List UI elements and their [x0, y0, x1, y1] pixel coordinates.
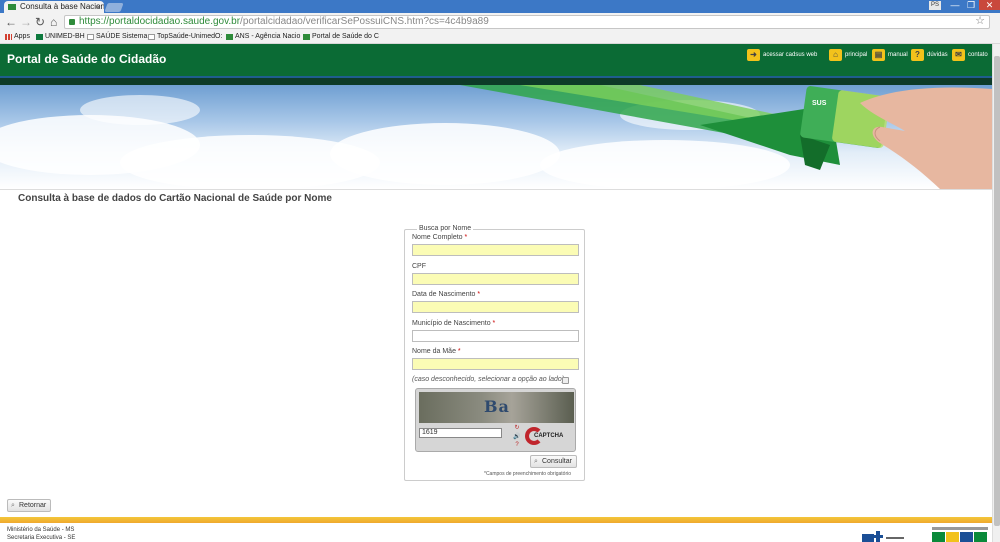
page-scrollbar[interactable] [992, 44, 1000, 542]
reload-icon[interactable]: ↻ [35, 15, 45, 29]
back-icon[interactable]: ← [5, 15, 17, 29]
header-strip [0, 76, 992, 85]
question-icon: ? [911, 49, 924, 61]
close-tab-icon[interactable]: × [96, 1, 101, 13]
close-window-icon[interactable]: ✕ [979, 0, 1000, 10]
access-icon: ➜ [747, 49, 760, 61]
portal-icon [303, 34, 310, 40]
birth-city-label: Município de Nascimento * [412, 320, 496, 327]
tab-title: Consulta à base Nacional [20, 2, 104, 11]
site-favicon-icon [8, 4, 16, 10]
url-path: /portalcidadao/verificarSePossuiCNS.htm?… [240, 16, 489, 27]
minimize-icon[interactable]: — [947, 0, 963, 10]
link-manual[interactable]: ▤ manual [872, 48, 908, 62]
captcha-widget: Ba 1619 ↻ 🔊 ? CAPTCHA [415, 388, 576, 452]
bookmark-saude-sistema[interactable]: SAÚDE Sistema [87, 31, 147, 43]
full-name-input[interactable] [412, 244, 579, 256]
captcha-refresh-icon[interactable]: ↻ [513, 425, 521, 432]
scrollbar-thumb[interactable] [994, 56, 1000, 526]
captcha-chars: Ba [484, 397, 510, 416]
bookmark-ans[interactable]: ANS - Agência Nacio [226, 31, 300, 43]
mother-name-input[interactable] [412, 358, 579, 370]
search-icon: ⌕ [534, 458, 538, 465]
sus-logo-icon [862, 531, 904, 542]
address-bar[interactable]: https://portaldocidadao.saude.gov.br/por… [64, 15, 990, 29]
full-name-label: Nome Completo * [412, 234, 468, 241]
search-icon: ⌕ [11, 502, 15, 509]
brasil-logo-icon [932, 527, 988, 542]
bookmark-portal[interactable]: Portal de Saúde do C [303, 31, 379, 43]
hand-graphic [860, 87, 992, 189]
ans-icon [226, 34, 233, 40]
user-badge[interactable]: PS [929, 1, 941, 10]
birth-city-input[interactable] [412, 330, 579, 342]
captcha-help-icon[interactable]: ? [513, 442, 521, 449]
site-header: Portal de Saúde do Cidadão ➜ acessar cad… [0, 44, 992, 76]
page-icon [148, 34, 155, 40]
link-duvidas[interactable]: ? dúvidas [911, 48, 948, 62]
site-footer: Ministério da Saúde - MS Secretaria Exec… [0, 523, 992, 542]
unimed-icon [36, 34, 43, 40]
bookmark-apps[interactable]: Apps [5, 31, 30, 43]
unknown-mother-checkbox[interactable] [562, 377, 569, 384]
book-icon: ▤ [872, 49, 885, 61]
mail-icon: ✉ [952, 49, 965, 61]
link-principal[interactable]: ⌂ principal [829, 48, 867, 62]
cpf-label: CPF [412, 263, 426, 270]
captcha-input[interactable]: 1619 [419, 428, 502, 438]
lock-icon [69, 19, 75, 25]
footer-ministry: Ministério da Saúde - MS [7, 527, 75, 533]
browser-toolbar: ← → ↻ ⌂ https://portaldocidadao.saude.go… [0, 13, 1000, 31]
browser-tab[interactable]: Consulta à base Nacional × [4, 1, 104, 13]
required-fields-note: *Campos de preenchimento obrigatório [484, 471, 571, 477]
forward-icon[interactable]: → [20, 15, 32, 29]
unknown-mother-note: (caso desconhecido, selecionar a opção a… [412, 376, 565, 383]
hero-banner: SUS [0, 85, 992, 189]
birth-date-label: Data de Nascimento * [412, 291, 481, 298]
recaptcha-logo: CAPTCHA [525, 426, 571, 448]
bookmark-star-icon[interactable]: ☆ [975, 16, 985, 27]
form-legend: Busca por Nome [417, 225, 474, 232]
url-host: https://portaldocidadao.saude.gov.br [79, 16, 241, 27]
page-icon [87, 34, 94, 40]
captcha-audio-icon[interactable]: 🔊 [513, 434, 521, 441]
search-by-name-form: Busca por Nome Nome Completo * CPF Data … [404, 225, 585, 481]
apps-icon [5, 34, 12, 40]
bookmark-unimed[interactable]: UNIMED-BH [36, 31, 85, 43]
bookmark-topsaude[interactable]: TopSaúde-UnimedO: [148, 31, 222, 43]
maximize-icon[interactable]: ❐ [963, 0, 979, 10]
bookmarks-bar: Apps UNIMED-BH SAÚDE Sistema TopSaúde-Un… [0, 31, 1000, 44]
browser-tab-bar: Consulta à base Nacional × PS — ❐ ✕ [0, 0, 1000, 13]
svg-text:SUS: SUS [812, 100, 827, 107]
home-browser-icon[interactable]: ⌂ [50, 15, 57, 29]
home-icon: ⌂ [829, 49, 842, 61]
link-cadsus-web[interactable]: ➜ acessar cadsus web [747, 48, 817, 62]
content-area: Consulta à base de dados do Cartão Nacio… [0, 189, 992, 491]
site-title[interactable]: Portal de Saúde do Cidadão [7, 52, 166, 66]
consultar-button[interactable]: ⌕ Consultar [530, 455, 577, 468]
back-button[interactable]: ⌕ Retornar [7, 499, 52, 512]
footer-secretariat: Secretaria Executiva - SE [7, 535, 76, 541]
banner-graphic: SUS [460, 85, 992, 189]
cpf-input[interactable] [412, 273, 579, 285]
page-title: Consulta à base de dados do Cartão Nacio… [18, 193, 332, 204]
birth-date-input[interactable] [412, 301, 579, 313]
captcha-image: Ba [419, 392, 574, 423]
new-tab-button[interactable] [104, 3, 124, 12]
mother-name-label: Nome da Mãe * [412, 348, 461, 355]
link-contato[interactable]: ✉ contato [952, 48, 988, 62]
